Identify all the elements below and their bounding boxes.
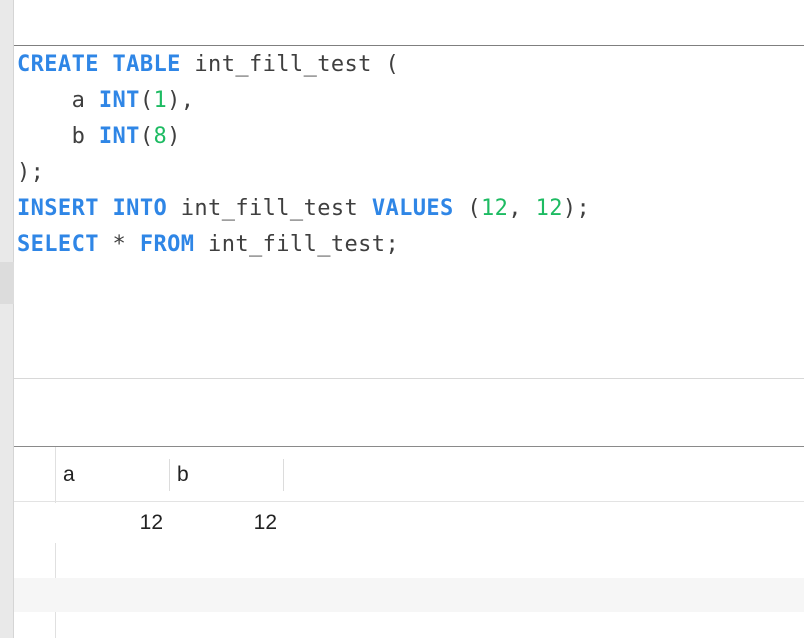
sql-keyword: SELECT [17, 232, 99, 257]
sql-keyword: CREATE [17, 52, 99, 77]
results-grid[interactable]: a b 12 12 [14, 446, 804, 638]
sql-keyword: INSERT [17, 196, 99, 221]
code-line-4[interactable]: ); [17, 155, 44, 191]
sql-keyword: VALUES [371, 196, 454, 221]
sql-text: ), [167, 88, 195, 113]
cell-a[interactable]: 12 [57, 507, 163, 539]
code-line-5[interactable]: INSERT INTO int_fill_test VALUES (12, 12… [17, 191, 590, 227]
sql-editor[interactable]: CREATE TABLE int_fill_test ( a INT(1), b… [14, 45, 804, 379]
sql-keyword: TABLE [112, 52, 181, 77]
column-header-b[interactable]: b [171, 459, 284, 491]
code-line-6[interactable]: SELECT * FROM int_fill_test; [17, 227, 399, 263]
toolbar-area [14, 0, 804, 45]
sql-text: * [98, 232, 140, 257]
sql-text: ); [562, 196, 591, 221]
sql-keyword: INTO [112, 196, 168, 221]
left-gutter [0, 0, 14, 638]
empty-row [14, 578, 804, 612]
sql-client-window: CREATE TABLE int_fill_test ( a INT(1), b… [0, 0, 804, 638]
sql-number: 1 [153, 88, 168, 113]
code-line-3[interactable]: b INT(8) [17, 119, 181, 155]
current-line-highlight [14, 262, 804, 298]
active-line-marker [0, 262, 14, 304]
results-header-row: a b [14, 447, 804, 502]
sql-text: ( [139, 124, 154, 149]
sql-text: ( [139, 88, 154, 113]
sql-text: b [17, 124, 99, 149]
table-row[interactable]: 12 12 [14, 503, 804, 543]
sql-text: a [17, 88, 99, 113]
code-line-1[interactable]: CREATE TABLE int_fill_test ( [17, 47, 399, 83]
code-line-2[interactable]: a INT(1), [17, 83, 194, 119]
sql-text: ) [167, 124, 181, 149]
sql-number: 12 [480, 196, 509, 221]
sql-keyword: FROM [139, 232, 195, 257]
sql-text: int_fill_test ( [180, 52, 400, 77]
column-header-a[interactable]: a [57, 459, 170, 491]
sql-text: ( [453, 196, 481, 221]
cell-b[interactable]: 12 [171, 507, 277, 539]
message-panel [14, 379, 804, 446]
sql-text: , [508, 196, 536, 221]
sql-number: 12 [535, 196, 563, 221]
sql-text: ); [17, 160, 45, 185]
sql-keyword: INT [98, 124, 140, 149]
sql-text: int_fill_test [167, 196, 372, 221]
sql-text: int_fill_test; [194, 232, 400, 257]
sql-keyword: INT [98, 88, 140, 113]
sql-number: 8 [153, 124, 168, 149]
